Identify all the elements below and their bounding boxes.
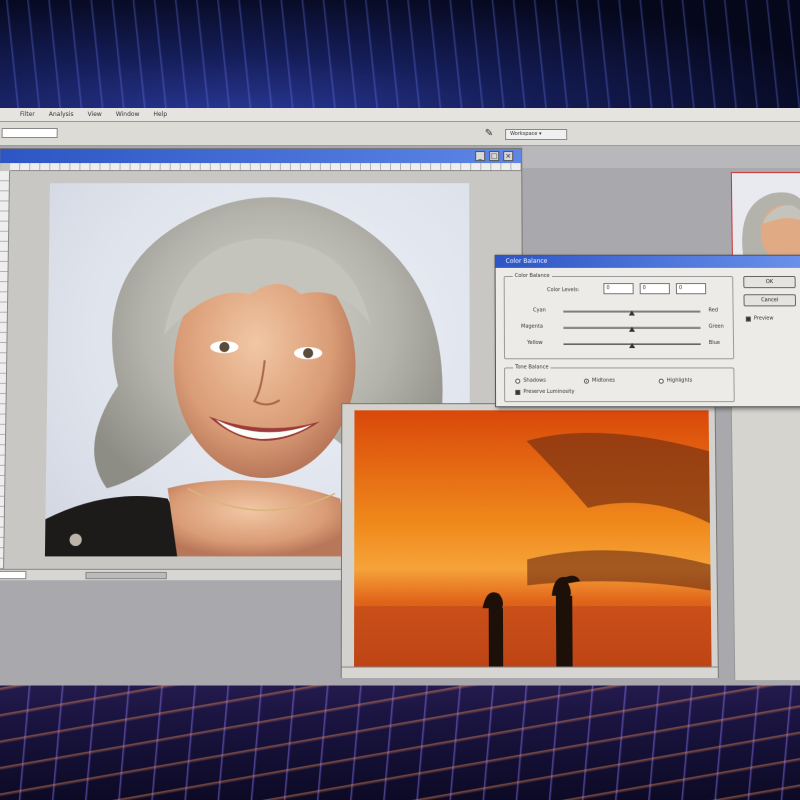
options-bar: ✎ Workspace ▾	[0, 121, 800, 147]
menu-item-window[interactable]: Window	[116, 111, 140, 118]
brush-icon[interactable]: ✎	[482, 128, 496, 140]
slider-thumb-cyan-red[interactable]	[628, 310, 635, 316]
cancel-button[interactable]: Cancel	[743, 294, 797, 307]
navigator-preview	[741, 192, 800, 257]
sunset-image[interactable]	[354, 410, 712, 667]
menu-item-help[interactable]: Help	[153, 111, 167, 118]
menu-item-analysis[interactable]: Analysis	[49, 111, 74, 118]
slider-label-cyan: Cyan	[533, 307, 546, 314]
color-balance-group-label: Color Balance	[512, 272, 552, 280]
level-field-yellow-blue[interactable]: 0	[675, 283, 707, 295]
preserve-luminosity-checkbox[interactable]	[515, 389, 521, 395]
maximize-button[interactable]: □	[489, 151, 500, 162]
radio-label-midtones: Midtones	[591, 377, 616, 384]
level-field-magenta-green[interactable]: 0	[639, 283, 670, 295]
radio-label-shadows: Shadows	[523, 377, 546, 384]
slider-thumb-yellow-blue[interactable]	[629, 342, 636, 349]
color-balance-dialog: Color Balance Color Balance Color Levels…	[494, 254, 800, 408]
palette-well	[522, 146, 800, 169]
minimize-button[interactable]: _	[475, 151, 486, 162]
sunset-illustration	[354, 410, 712, 667]
slider-label-magenta: Magenta	[521, 323, 544, 330]
ok-button[interactable]: OK	[743, 275, 796, 289]
level-field-cyan-red[interactable]: 0	[603, 283, 634, 295]
menu-item-filter[interactable]: Filter	[20, 111, 35, 118]
radio-shadows[interactable]	[515, 378, 521, 384]
dialog-title-bar[interactable]: Color Balance	[495, 255, 800, 268]
color-balance-group: Color Balance Color Levels: 0 0 0 Cyan R…	[503, 272, 735, 360]
workspace-select[interactable]: Workspace ▾	[505, 129, 568, 141]
document-status-bar-sunset	[341, 666, 718, 678]
navigator-thumbnail[interactable]	[730, 172, 800, 257]
horizontal-scrollbar[interactable]	[85, 571, 167, 580]
tone-balance-group-label: Tone Balance	[513, 364, 551, 371]
tool-preset-field[interactable]	[1, 128, 58, 139]
radio-label-highlights: Highlights	[666, 377, 693, 384]
document-title-bar[interactable]	[0, 149, 522, 164]
zoom-field[interactable]	[0, 570, 27, 580]
slider-label-yellow: Yellow	[527, 339, 543, 347]
color-levels-label: Color Levels:	[547, 287, 580, 294]
slider-label-green: Green	[708, 323, 724, 330]
document-window-sunset[interactable]	[340, 403, 719, 678]
radio-highlights[interactable]	[658, 378, 664, 384]
slider-label-blue: Blue	[708, 339, 721, 347]
menu-item-view[interactable]: View	[87, 111, 101, 118]
preview-label: Preview	[753, 315, 774, 322]
slider-label-red: Red	[708, 307, 719, 314]
background-top	[0, 0, 800, 120]
menu-bar: Filter Analysis View Window Help	[0, 108, 800, 122]
preview-checkbox[interactable]	[745, 316, 751, 322]
radio-midtones[interactable]	[583, 378, 590, 384]
close-button[interactable]: ×	[503, 151, 514, 162]
ruler-vertical	[0, 171, 11, 569]
slider-thumb-magenta-green[interactable]	[628, 326, 636, 332]
tone-balance-group: Tone Balance Shadows Midtones Highlights…	[504, 364, 735, 403]
ruler-horizontal	[10, 163, 522, 172]
photoshop-window: Filter Analysis View Window Help ✎ Works…	[0, 108, 800, 686]
preserve-luminosity-label: Preserve Luminosity	[523, 388, 575, 395]
